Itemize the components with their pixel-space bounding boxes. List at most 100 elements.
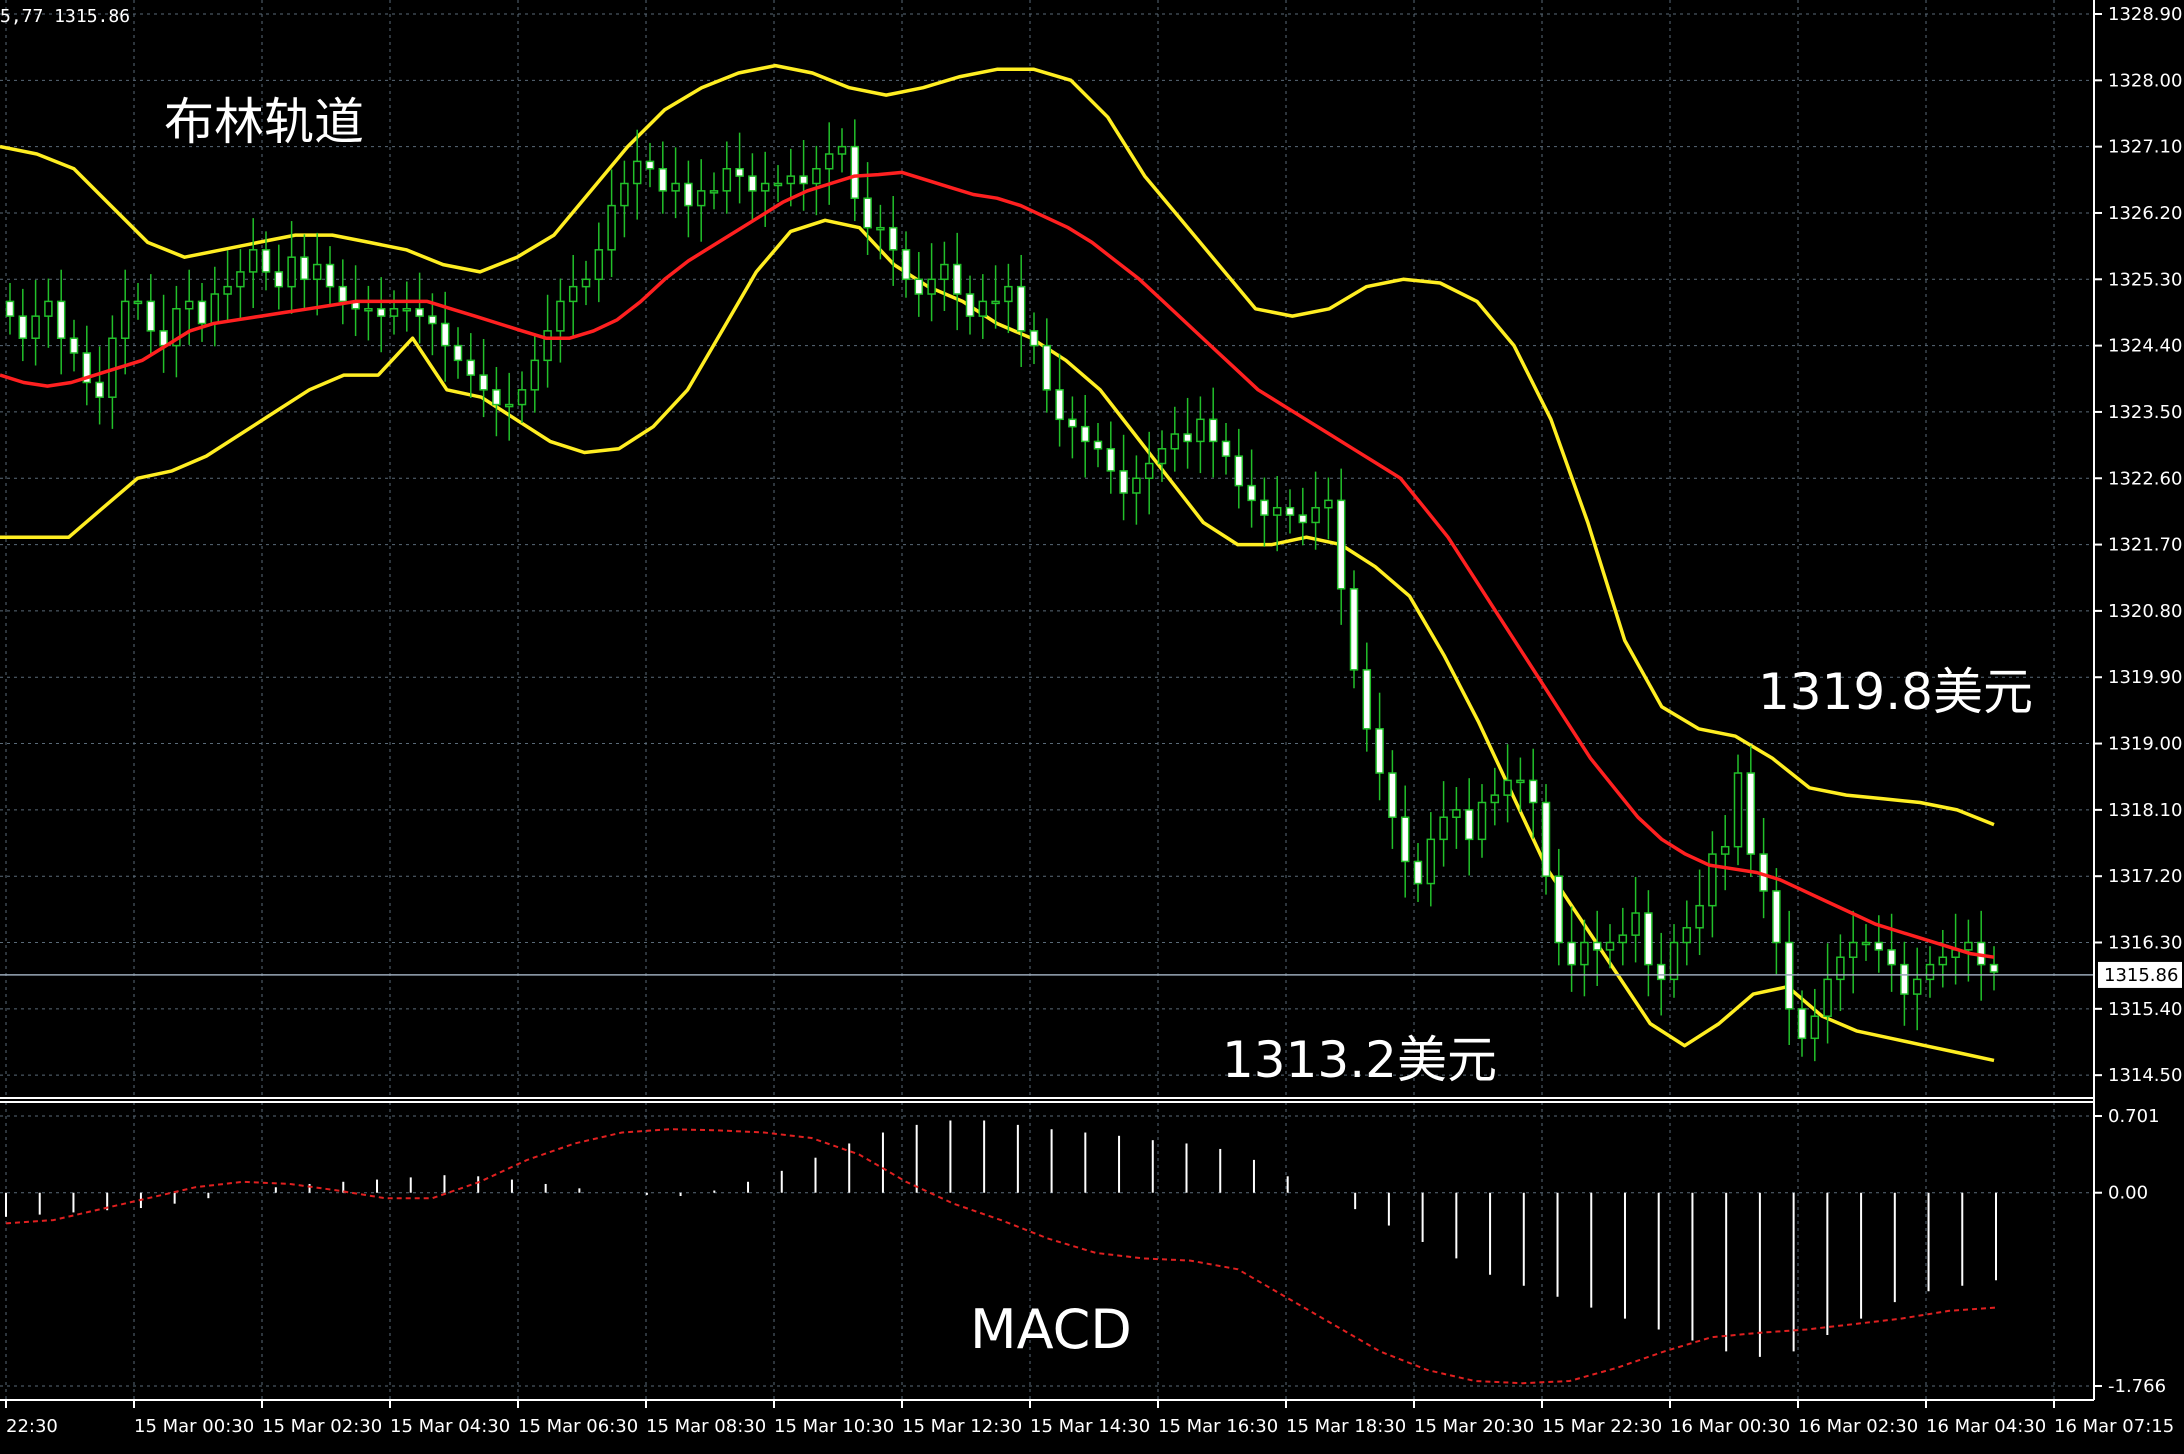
candlesticks [5,119,1999,1062]
candle-body-down [952,263,962,295]
candle-body-up [1848,941,1858,958]
candle-body-down [1260,499,1269,516]
candle [620,160,629,238]
candle-body-down [888,226,898,251]
candle [1388,750,1397,849]
candle-body-down [56,300,66,339]
candle [1324,477,1333,540]
candle [1016,254,1026,367]
candle [1477,784,1487,858]
candle-body-down [1541,801,1551,877]
candle-body-down [1234,455,1244,487]
candle [632,129,642,220]
candle [197,282,207,342]
price-tick-label: 1322.60 [2108,468,2182,489]
candle-body-down [428,315,437,325]
candle [1119,434,1128,521]
candle [504,372,514,441]
candle-body-down [1400,816,1410,863]
candle-body-down [1336,499,1346,590]
candle-body-up [1132,477,1141,494]
candle-body-up [364,308,373,312]
candle-body-up [133,300,143,305]
candle [1272,476,1282,552]
candle [1029,312,1039,365]
candle [376,277,386,353]
candle [479,338,488,418]
candle [824,122,834,205]
candle-body-up [312,263,322,281]
candle [812,145,821,216]
candle [1836,934,1845,1012]
time-tick-label: 16 Mar 02:30 [1798,1416,1918,1437]
candle-body-up [940,263,949,281]
candle [1260,477,1269,547]
candle-body-down [440,322,450,347]
candle [607,169,616,278]
candle-body-down [1221,440,1231,457]
candle-body-up [1439,816,1448,841]
candle-body-down [261,249,271,273]
candle [364,285,373,341]
candle-body-down [1285,506,1295,516]
candle [1106,421,1116,494]
candle-body-up [120,300,130,339]
time-tick-label: 15 Mar 18:30 [1286,1416,1406,1437]
candle [1413,843,1423,902]
candle-body-up [760,182,770,192]
time-tick-label: 15 Mar 12:30 [902,1416,1022,1437]
candle-body-down [914,278,924,295]
candle-body-down [748,175,757,192]
candle-body-down [1644,912,1653,966]
candle-body-up [31,315,40,339]
bollinger-bands [0,63,1995,1063]
candle [517,371,527,423]
candle [133,282,143,320]
price-tick-label: 1316.30 [2108,933,2182,954]
candle-body-up [1580,941,1589,966]
candle-body-up [1324,499,1333,509]
candle [453,327,463,379]
candle-body-up [389,308,399,317]
candle [1080,394,1090,478]
candle [1541,784,1551,895]
middle-band-line [0,170,1995,959]
price-tick-label: 1318.10 [2108,800,2182,821]
candle [223,250,232,322]
candle [1208,387,1218,478]
candle-body-down [492,389,501,406]
candle [1439,781,1448,867]
candle-body-up [696,190,706,207]
candle-body-up [1720,845,1730,855]
candle [1887,913,1896,992]
candle-body-down [1093,440,1103,450]
candle-body-up [1836,956,1845,981]
candle [415,272,424,344]
candle-body-up [1196,418,1205,443]
candle [581,260,591,306]
candle [389,290,399,335]
candle [901,231,911,298]
candle-body-up [1170,433,1180,450]
candle-body-down [1554,875,1564,944]
candle [1426,812,1436,907]
time-tick-label: 16 Mar 07:15 [2054,1416,2174,1437]
candle-body-down [1080,425,1090,443]
candle [1234,428,1244,509]
candle-body-up [1695,904,1704,929]
candle [1861,924,1871,961]
candle-body-down [376,308,386,317]
candle-body-down [1068,418,1077,428]
time-tick-label: 15 Mar 20:30 [1414,1416,1534,1437]
candle-body-up [581,278,591,288]
price-tick-label: 1328.00 [2108,70,2182,91]
candle [402,281,412,332]
candle-body-down [1989,963,1999,973]
time-tick-label: 15 Mar 00:30 [134,1416,254,1437]
candle [95,346,104,425]
candle-body-down [415,308,424,317]
candle-body-down [1388,772,1397,818]
time-tick-label: 15 Mar 08:30 [646,1416,766,1437]
candle [1221,422,1231,475]
candle-body-up [44,300,53,317]
